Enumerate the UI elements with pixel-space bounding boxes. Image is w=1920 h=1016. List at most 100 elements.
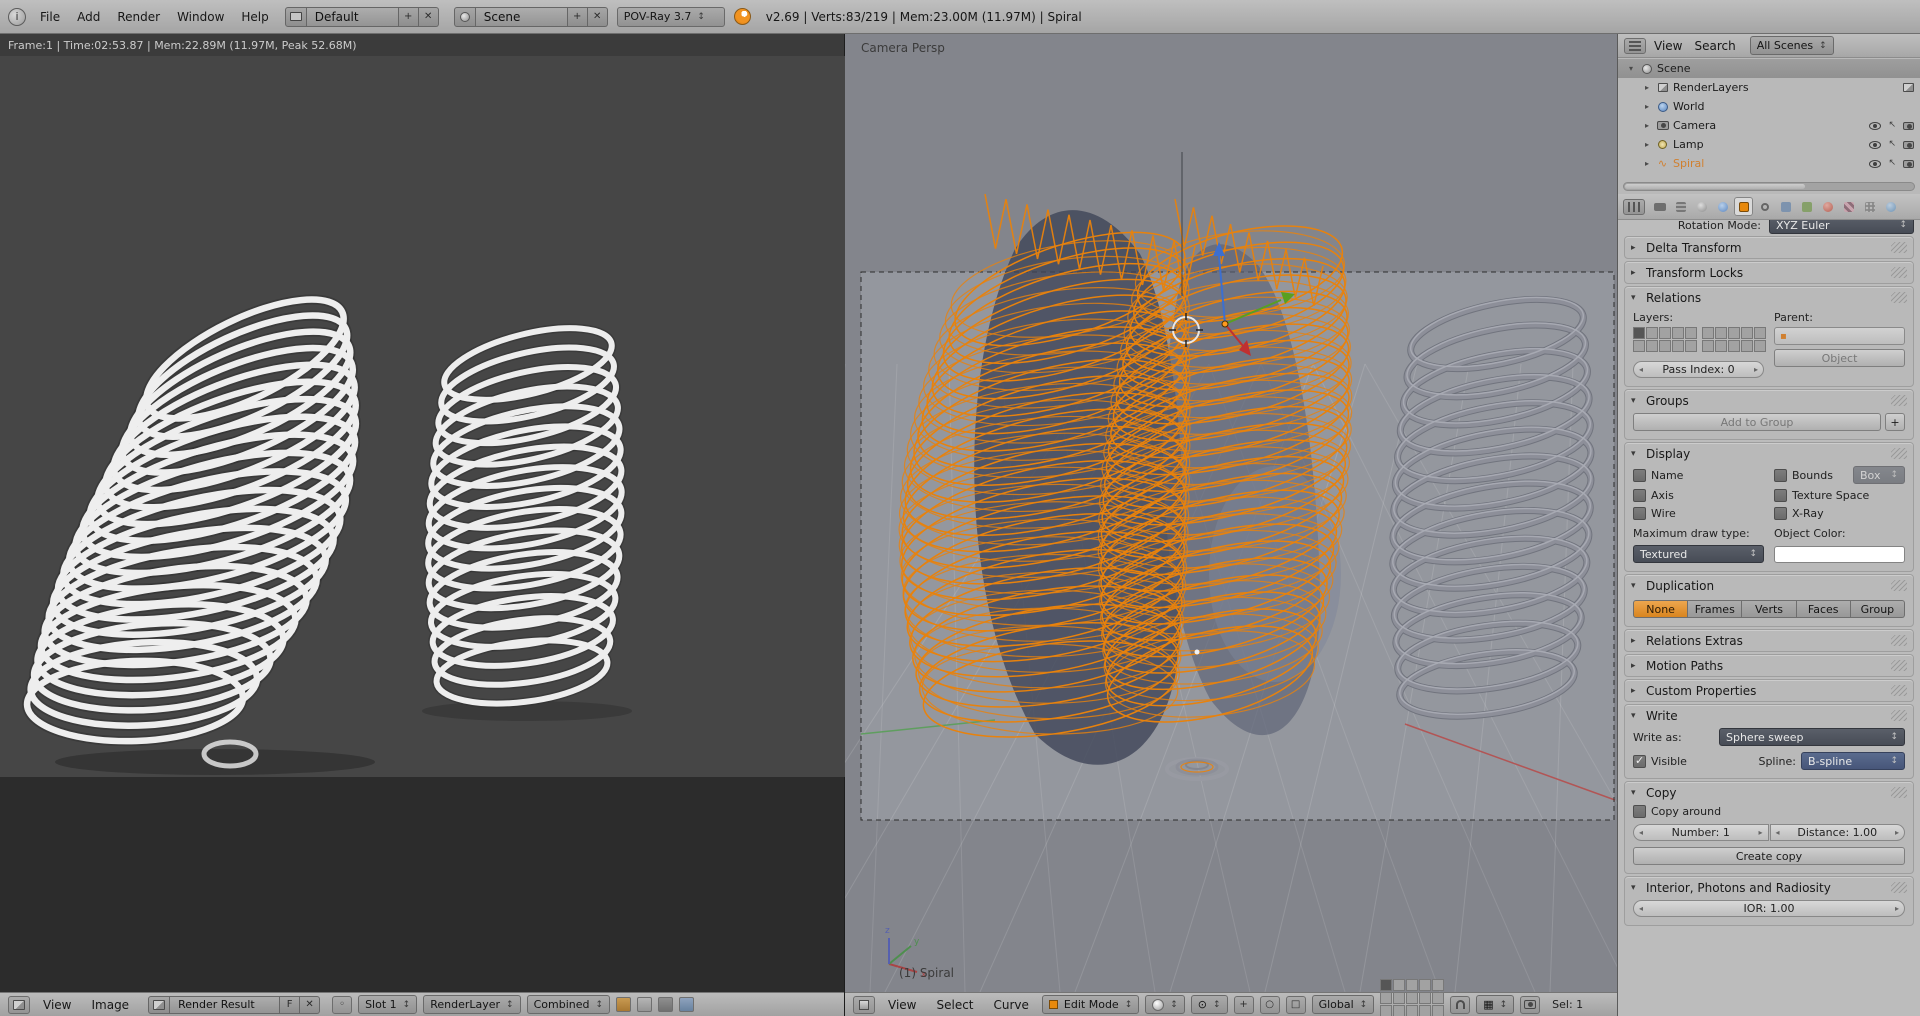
- panel-header-write[interactable]: ▾ Write: [1625, 705, 1913, 726]
- panel-grip-icon[interactable]: [1891, 635, 1907, 646]
- duplication-frames-toggle[interactable]: Frames: [1688, 600, 1742, 618]
- scene-browse-button[interactable]: [454, 7, 476, 27]
- checkbox-icon[interactable]: [1774, 469, 1787, 482]
- duplication-verts-toggle[interactable]: Verts: [1742, 600, 1796, 618]
- manipulator-rotate-button[interactable]: ○: [1260, 996, 1280, 1014]
- display-texture-space-checkbox[interactable]: Texture Space: [1774, 489, 1905, 502]
- visibility-toggle-icon[interactable]: [1869, 122, 1881, 130]
- visibility-toggle-icon[interactable]: [1869, 160, 1881, 168]
- add-to-group-button[interactable]: Add to Group: [1633, 413, 1881, 431]
- fake-user-button[interactable]: F: [280, 996, 300, 1014]
- channel-zbuffer-icon[interactable]: [679, 997, 694, 1012]
- render-result-canvas[interactable]: [0, 56, 845, 777]
- object-color-swatch[interactable]: [1774, 546, 1905, 563]
- visibility-toggle-icon[interactable]: [1869, 141, 1881, 149]
- outliner-menu-view[interactable]: View: [1650, 37, 1686, 55]
- checkbox-icon[interactable]: [1774, 489, 1787, 502]
- editor-type-select[interactable]: [853, 996, 875, 1014]
- vp-menu-view[interactable]: View: [881, 996, 923, 1014]
- orientation-select[interactable]: Global ↕: [1312, 995, 1375, 1014]
- screen-layout-delete-button[interactable]: ✕: [419, 7, 439, 27]
- parent-type-button[interactable]: Object: [1774, 349, 1905, 367]
- info-editor-icon[interactable]: i: [8, 8, 26, 26]
- spline-select[interactable]: B-spline↕: [1801, 752, 1905, 770]
- panel-grip-icon[interactable]: [1891, 448, 1907, 459]
- scene-name[interactable]: Scene: [476, 7, 568, 27]
- outliner-item-lamp[interactable]: ▸ Lamp ↖: [1618, 135, 1920, 154]
- outliner-item-renderlayers[interactable]: ▸ RenderLayers: [1618, 78, 1920, 97]
- vp-menu-select[interactable]: Select: [929, 996, 980, 1014]
- tab-material[interactable]: [1818, 197, 1837, 216]
- duplication-none-toggle[interactable]: None: [1633, 600, 1688, 618]
- parent-object-field[interactable]: ▪: [1774, 327, 1905, 345]
- collapse-icon[interactable]: ▾: [1626, 64, 1636, 73]
- tab-render-layers[interactable]: [1671, 197, 1690, 216]
- panel-header-relations[interactable]: ▾ Relations: [1625, 287, 1913, 308]
- slider-left-arrow-icon[interactable]: ◂: [1639, 365, 1643, 374]
- copy-distance-slider[interactable]: ◂Distance: 1.00▸: [1770, 824, 1906, 841]
- menu-add[interactable]: Add: [70, 8, 107, 26]
- outliner-item-world[interactable]: ▸ World: [1618, 97, 1920, 116]
- outliner-item-spiral[interactable]: ▸ ∿ Spiral ↖: [1618, 154, 1920, 173]
- menu-window[interactable]: Window: [170, 8, 231, 26]
- scene-add-button[interactable]: +: [568, 7, 588, 27]
- channel-alpha-icon[interactable]: [658, 997, 673, 1012]
- layers-block-b[interactable]: [1702, 327, 1766, 352]
- manipulator-scale-button[interactable]: □: [1286, 996, 1306, 1014]
- bounds-type-select[interactable]: Box↕: [1853, 466, 1905, 484]
- scene-delete-button[interactable]: ✕: [588, 7, 608, 27]
- tab-object-data[interactable]: [1797, 197, 1816, 216]
- scrollbar-thumb[interactable]: [1625, 184, 1805, 189]
- copy-around-checkbox[interactable]: Copy around: [1633, 805, 1905, 818]
- channel-color-icon[interactable]: [637, 997, 652, 1012]
- ior-slider[interactable]: ◂IOR: 1.00▸: [1633, 900, 1905, 917]
- mode-select[interactable]: Edit Mode ↕: [1042, 995, 1139, 1014]
- screen-layout-add-button[interactable]: +: [399, 7, 419, 27]
- panel-header-duplication[interactable]: ▾ Duplication: [1625, 575, 1913, 596]
- image-name-field[interactable]: Render Result: [170, 996, 280, 1014]
- panel-header-custom-properties[interactable]: ▸ Custom Properties: [1625, 680, 1913, 701]
- snap-magnet-button[interactable]: [1450, 996, 1470, 1014]
- expand-icon[interactable]: ▸: [1642, 140, 1652, 149]
- checkbox-icon[interactable]: [1633, 805, 1646, 818]
- slot-select[interactable]: Slot 1 ↕: [358, 995, 417, 1014]
- duplication-group-toggle[interactable]: Group: [1851, 600, 1905, 618]
- tab-constraints[interactable]: [1755, 197, 1774, 216]
- checkbox-icon[interactable]: [1633, 507, 1646, 520]
- tab-scene[interactable]: [1692, 197, 1711, 216]
- menu-file[interactable]: File: [33, 8, 67, 26]
- layers-block-a[interactable]: [1633, 327, 1697, 352]
- render-opengl-button[interactable]: [1520, 996, 1540, 1014]
- copy-number-slider[interactable]: ◂Number: 1▸: [1633, 824, 1769, 841]
- panel-grip-icon[interactable]: [1891, 710, 1907, 721]
- tab-object[interactable]: [1734, 197, 1753, 216]
- editor-type-select[interactable]: [8, 996, 30, 1014]
- editor-type-select[interactable]: [1624, 38, 1646, 54]
- editor-type-select[interactable]: [1623, 199, 1645, 215]
- outliner-menu-search[interactable]: Search: [1690, 37, 1739, 55]
- manipulator-translate-button[interactable]: +: [1234, 996, 1254, 1014]
- tab-render[interactable]: [1650, 197, 1669, 216]
- pin-image-button[interactable]: ◦: [332, 996, 352, 1014]
- renderability-toggle-icon[interactable]: [1903, 122, 1914, 130]
- max-draw-type-select[interactable]: Textured↕: [1633, 545, 1764, 563]
- panel-grip-icon[interactable]: [1891, 292, 1907, 303]
- tab-modifiers[interactable]: [1776, 197, 1795, 216]
- tab-physics[interactable]: [1881, 197, 1900, 216]
- viewport-layers-widget[interactable]: [1380, 979, 1444, 1016]
- tab-particles[interactable]: [1860, 197, 1879, 216]
- tab-texture[interactable]: [1839, 197, 1858, 216]
- shading-select[interactable]: ↕: [1145, 995, 1185, 1014]
- panel-grip-icon[interactable]: [1891, 395, 1907, 406]
- outliner-scope-select[interactable]: All Scenes ↕: [1750, 36, 1834, 55]
- create-copy-button[interactable]: Create copy: [1633, 847, 1905, 865]
- render-result-icon[interactable]: [1903, 83, 1914, 92]
- image-menu-image[interactable]: Image: [84, 996, 136, 1014]
- screen-layout-name[interactable]: Default: [307, 7, 399, 27]
- channel-color-alpha-icon[interactable]: [616, 997, 631, 1012]
- display-name-checkbox[interactable]: Name: [1633, 469, 1764, 482]
- panel-grip-icon[interactable]: [1891, 580, 1907, 591]
- rotation-mode-select[interactable]: XYZ Euler ↕: [1769, 220, 1914, 234]
- expand-icon[interactable]: ▸: [1642, 121, 1652, 130]
- panel-header-motion-paths[interactable]: ▸ Motion Paths: [1625, 655, 1913, 676]
